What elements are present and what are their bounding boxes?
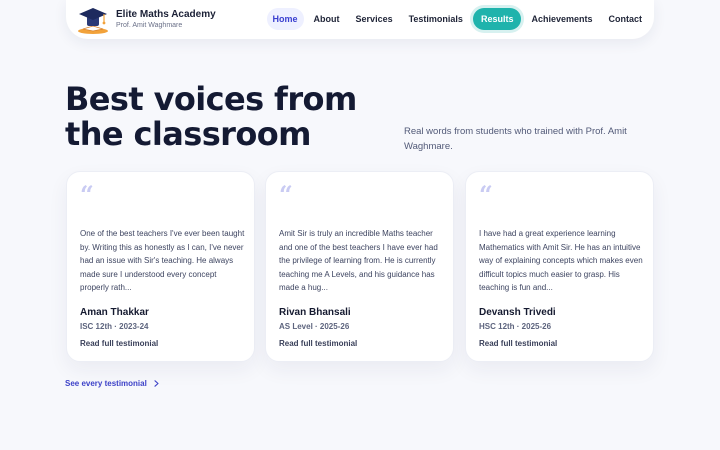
graduation-cap-icon [78, 7, 108, 34]
quote-icon: “ [80, 180, 94, 209]
brand[interactable]: Elite Maths Academy Prof. Amit Waghmare [76, 5, 216, 35]
brand-name: Elite Maths Academy [116, 8, 216, 20]
testimonial-card: “ I have had a great experience learning… [465, 171, 654, 362]
quote-icon: “ [479, 180, 493, 209]
student-meta: AS Level · 2025-26 [279, 322, 350, 331]
read-full-testimonial-link[interactable]: Read full testimonial [80, 339, 158, 348]
main-nav: Home About Services Testimonials Results… [263, 8, 648, 30]
brand-text: Elite Maths Academy Prof. Amit Waghmare [116, 9, 216, 31]
testimonial-card: “ One of the best teachers I've ever bee… [66, 171, 255, 362]
read-full-testimonial-link[interactable]: Read full testimonial [479, 339, 557, 348]
student-name: Aman Thakkar [80, 307, 149, 318]
quote-icon: “ [279, 180, 293, 209]
student-name: Devansh Trivedi [479, 307, 556, 318]
section-title: Best voices from the classroom [65, 80, 357, 153]
read-full-testimonial-link[interactable]: Read full testimonial [279, 339, 357, 348]
student-meta: ISC 12th · 2023-24 [80, 322, 149, 331]
chevron-right-icon [154, 380, 159, 387]
nav-contact[interactable]: Contact [603, 8, 649, 30]
see-every-testimonial-label: See every testimonial [65, 379, 147, 388]
nav-achievements[interactable]: Achievements [525, 8, 598, 30]
testimonial-card: “ Amit Sir is truly an incredible Maths … [265, 171, 454, 362]
nav-home[interactable]: Home [266, 8, 304, 30]
testimonial-quote: Amit Sir is truly an incredible Maths te… [279, 229, 438, 292]
top-navbar: Elite Maths Academy Prof. Amit Waghmare … [66, 0, 654, 39]
section-subtitle: Real words from students who trained wit… [404, 126, 627, 152]
brand-subtitle: Prof. Amit Waghmare [116, 21, 183, 29]
testimonial-quote: I have had a great experience learning M… [479, 229, 643, 292]
nav-about[interactable]: About [308, 8, 346, 30]
see-every-testimonial-link[interactable]: See every testimonial [65, 379, 159, 388]
student-name: Rivan Bhansali [279, 307, 351, 318]
nav-services[interactable]: Services [350, 8, 399, 30]
nav-results-button[interactable]: Results [472, 8, 522, 30]
testimonial-quote: One of the best teachers I've ever been … [80, 229, 245, 292]
student-meta: HSC 12th · 2025-26 [479, 322, 552, 331]
nav-testimonials[interactable]: Testimonials [403, 8, 469, 30]
